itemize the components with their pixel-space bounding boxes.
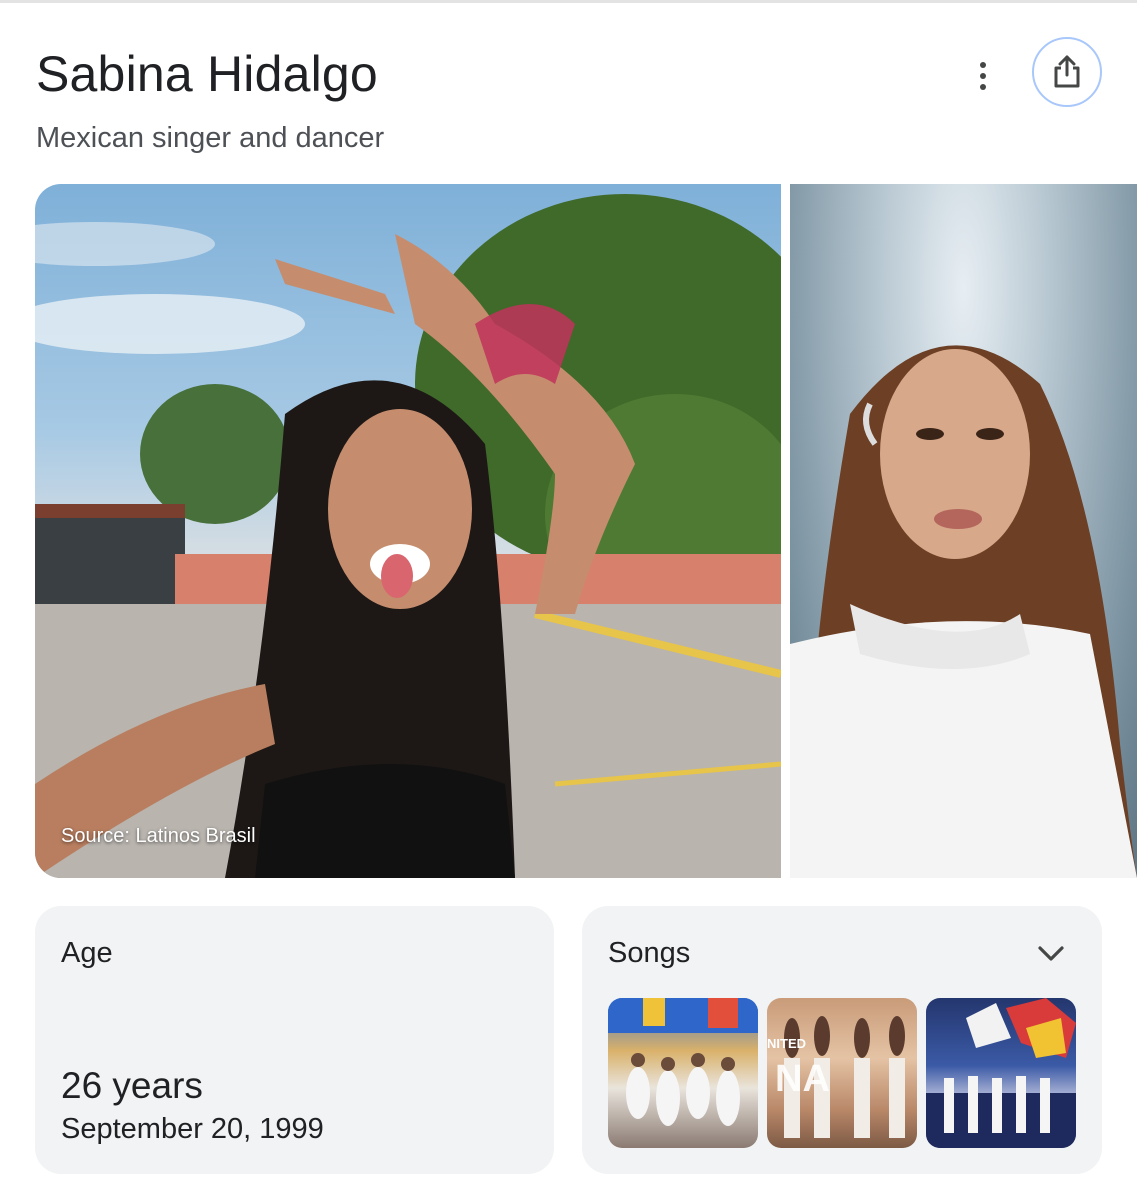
entity-title: Sabina Hidalgo [36, 46, 378, 102]
song-thumbnail-1[interactable] [608, 998, 758, 1148]
top-divider [0, 0, 1137, 3]
song-thumbnail-1-illustration [608, 998, 758, 1126]
photo-1-illustration [35, 194, 781, 878]
more-vert-icon-dot [980, 73, 986, 79]
birth-date: September 20, 1999 [61, 1113, 324, 1145]
song-thumbnail-3[interactable] [926, 998, 1076, 1148]
songs-label: Songs [608, 937, 691, 969]
songs-card[interactable]: Songs NITED NA [582, 906, 1102, 1174]
image-gallery: Source: Latinos Brasil [35, 184, 1137, 878]
entity-subtitle: Mexican singer and dancer [36, 122, 385, 154]
age-card: Age 26 years September 20, 1999 [35, 906, 554, 1174]
entity-photo-1[interactable]: Source: Latinos Brasil [35, 184, 781, 878]
expand-songs-button[interactable] [1034, 938, 1068, 968]
song-thumbnail-3-illustration [926, 998, 1076, 1148]
age-value: 26 years [61, 1065, 203, 1106]
share-icon [1054, 55, 1080, 88]
entity-photo-2[interactable] [790, 184, 1137, 878]
thumb2-overlay-big-text: NA [775, 1058, 830, 1100]
song-thumbnail-2-illustration: NITED NA [767, 1016, 905, 1138]
share-button[interactable] [1032, 37, 1102, 107]
more-vert-icon [980, 62, 986, 68]
photo-2-illustration [790, 345, 1137, 878]
more-options-button[interactable] [966, 56, 1000, 96]
thumb2-overlay-text: NITED [767, 1036, 806, 1051]
more-vert-icon-dot [980, 84, 986, 90]
chevron-down-icon [1038, 946, 1064, 961]
song-thumbnail-2[interactable]: NITED NA [767, 998, 917, 1148]
knowledge-panel-header: Sabina Hidalgo Mexican singer and dancer [36, 37, 1106, 160]
image-source-label: Source: Latinos Brasil [61, 825, 256, 847]
age-label: Age [61, 937, 113, 969]
